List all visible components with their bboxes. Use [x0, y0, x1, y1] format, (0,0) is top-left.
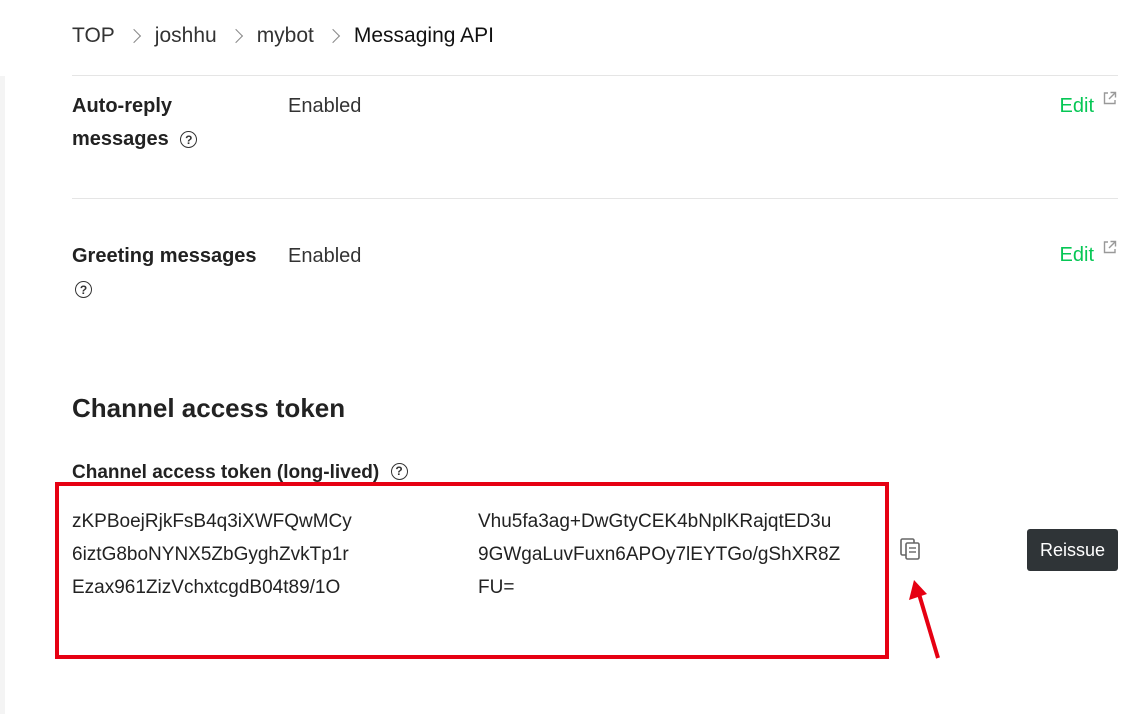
edit-label: Edit	[1059, 244, 1094, 266]
token-label: Channel access token (long-lived) ?	[72, 462, 408, 484]
edit-label: Edit	[1059, 95, 1094, 117]
token-highlight-box	[55, 482, 889, 659]
reissue-button[interactable]: Reissue	[1027, 529, 1118, 571]
breadcrumb-current: Messaging API	[353, 24, 494, 47]
external-link-icon	[1103, 91, 1117, 105]
auto-reply-edit-link[interactable]: Edit	[1059, 91, 1117, 118]
divider	[72, 198, 1118, 199]
breadcrumb-channel[interactable]: mybot	[257, 24, 314, 48]
breadcrumb-top[interactable]: TOP	[72, 24, 115, 48]
auto-reply-value: Enabled	[288, 95, 362, 117]
greeting-value: Enabled	[288, 245, 362, 267]
help-icon[interactable]: ?	[180, 131, 198, 149]
copy-icon[interactable]	[899, 537, 921, 561]
divider	[72, 75, 1118, 76]
chevron-right-icon	[126, 28, 141, 44]
left-panel-edge	[0, 76, 5, 714]
breadcrumb-provider[interactable]: joshhu	[155, 24, 217, 48]
help-icon[interactable]: ?	[390, 462, 408, 480]
greeting-edit-link[interactable]: Edit	[1059, 240, 1117, 267]
help-icon[interactable]: ?	[75, 281, 92, 299]
auto-reply-label: Auto-reply messages ?	[72, 90, 272, 156]
chevron-right-icon	[325, 28, 340, 44]
greeting-label: Greeting messages ?	[72, 245, 257, 299]
external-link-icon	[1103, 240, 1117, 254]
annotation-arrow-icon	[909, 580, 940, 659]
section-title-channel-access-token: Channel access token	[72, 393, 346, 423]
breadcrumb: TOP joshhu mybot Messaging API	[72, 21, 494, 51]
chevron-right-icon	[228, 28, 243, 44]
